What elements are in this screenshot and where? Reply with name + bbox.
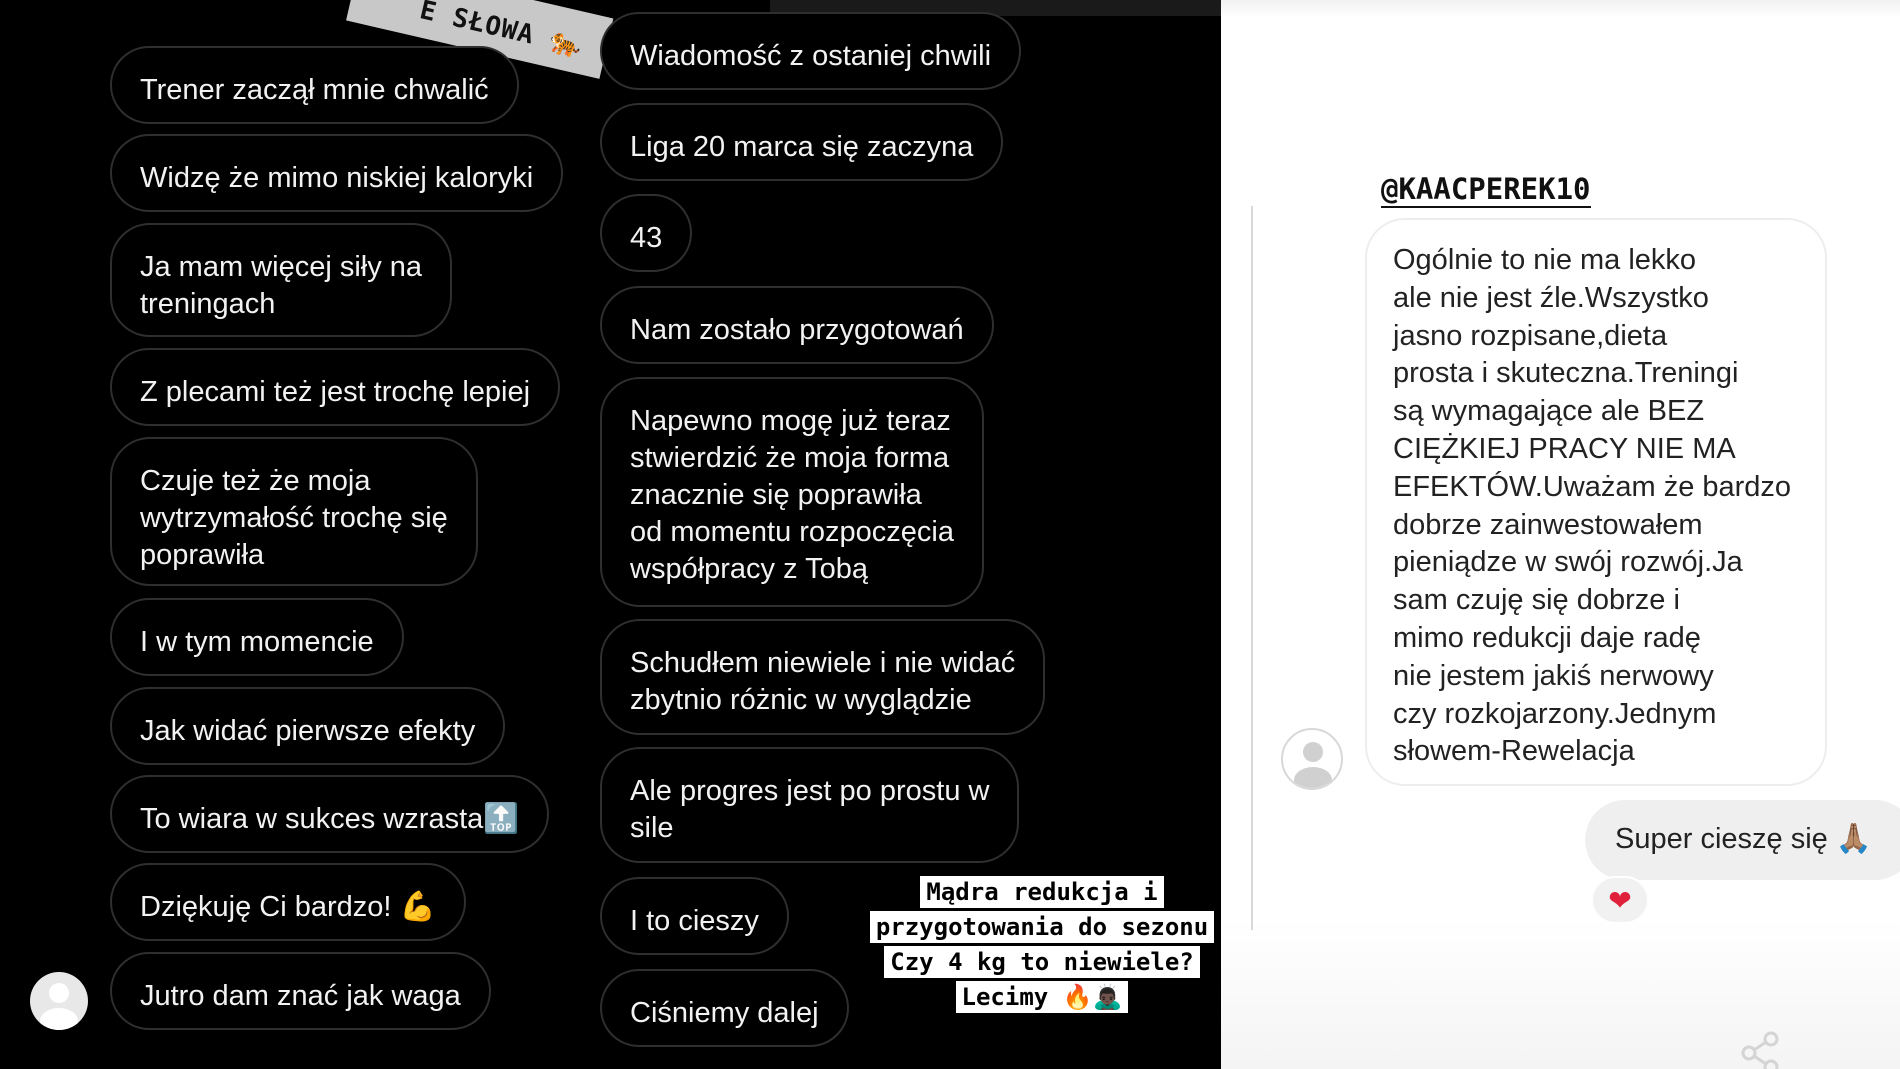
message-bubble: Czuje też że moja wytrzymałość trochę si…	[110, 437, 478, 586]
left-story-panel: E SŁOWA 🐅 Trener zaczął mnie chwalić Wid…	[0, 0, 1221, 1069]
user-avatar-icon[interactable]	[30, 972, 88, 1030]
message-bubble: Jak widać pierwsze efekty	[110, 687, 506, 765]
message-bubble: Dziękuję Ci bardzo! 💪	[110, 863, 466, 941]
message-bubble: Nam zostało przygotowań	[600, 286, 994, 364]
tiger-emoji: 🐅	[546, 25, 587, 62]
bottom-shade	[1221, 919, 1900, 1069]
message-bubble: Liga 20 marca się zaczyna	[600, 103, 1004, 181]
message-bubble: Trener zaczął mnie chwalić	[110, 46, 519, 124]
share-icon[interactable]	[1731, 1025, 1791, 1069]
thread-divider	[1251, 206, 1253, 930]
message-bubble: Widzę że mimo niskiej kaloryki	[110, 134, 564, 212]
message-bubble: Wiadomość z ostaniej chwili	[600, 12, 1022, 90]
user-avatar-icon[interactable]	[1281, 728, 1343, 790]
message-bubble: I to cieszy	[600, 877, 789, 955]
received-message-bubble: Ogólnie to nie ma lekko ale nie jest źle…	[1365, 218, 1827, 786]
right-story-panel: @KAACPEREK10 Ogólnie to nie ma lekko ale…	[1221, 0, 1900, 1069]
username-handle[interactable]: @KAACPEREK10	[1381, 172, 1591, 208]
message-bubble: Ale progres jest po prostu w sile	[600, 747, 1020, 863]
top-shade	[1221, 0, 1900, 18]
message-bubble: Jutro dam znać jak waga	[110, 952, 491, 1030]
story-caption: Mądra redukcja i przygotowania do sezonu…	[862, 876, 1221, 1016]
caption-line: Mądra redukcja i	[920, 876, 1164, 908]
heart-icon[interactable]: ❤	[1591, 876, 1649, 924]
caption-line: Lecimy 🔥🙇🏿‍♂️	[955, 981, 1129, 1013]
message-bubble: Z plecami też jest trochę lepiej	[110, 348, 561, 426]
banner-text: E SŁOWA	[416, 0, 538, 51]
message-bubble: I w tym momencie	[110, 598, 404, 676]
message-bubble: Ja mam więcej siły na treningach	[110, 223, 453, 337]
message-bubble: Ciśniemy dalej	[600, 969, 849, 1047]
message-bubble: 43	[600, 194, 693, 272]
message-bubble: To wiara w sukces wzrasta🔝	[110, 775, 550, 853]
caption-line: przygotowania do sezonu	[869, 911, 1215, 943]
sent-message-bubble: Super cieszę się 🙏🏽	[1585, 800, 1900, 880]
message-bubble: Schudłem niewiele i nie widać zbytnio ró…	[600, 619, 1046, 735]
message-bubble: Napewno mogę już teraz stwierdzić że moj…	[600, 377, 984, 607]
caption-line: Czy 4 kg to niewiele?	[884, 946, 1200, 978]
